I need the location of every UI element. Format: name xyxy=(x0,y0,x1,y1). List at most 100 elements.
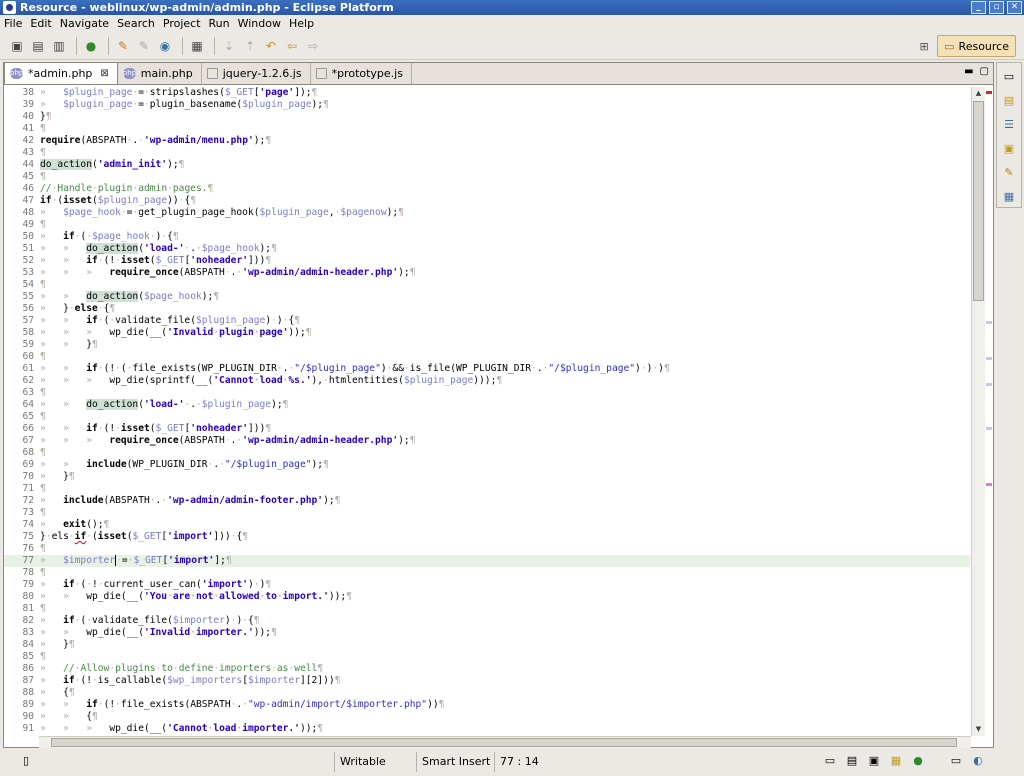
code-line[interactable]: 64 » » do_action('load-'·.·$plugin_page);… xyxy=(4,399,970,411)
code-line[interactable]: 42 require(ABSPATH·.·'wp-admin/menu.php')… xyxy=(4,135,970,147)
code-text[interactable]: » » wp_die(__('You·are·not·allowed·to·im… xyxy=(40,591,352,603)
tray-icon[interactable]: ▤ xyxy=(844,754,860,770)
code-text[interactable]: » if·(·validate_file($importer)·)·{¶ xyxy=(40,615,260,627)
code-editor[interactable]: 38 » $plugin_page·=·stripslashes($_GET['p… xyxy=(4,87,970,736)
code-text[interactable]: » {¶ xyxy=(40,687,75,699)
code-line[interactable]: 80 » » wp_die(__('You·are·not·allowed·to·… xyxy=(4,591,970,603)
code-text[interactable]: }·els·if·(isset($_GET['import']))·{¶ xyxy=(40,531,248,543)
menu-help[interactable]: Help xyxy=(289,17,314,30)
code-line[interactable]: 85 ¶ xyxy=(4,651,970,663)
code-line[interactable]: 88 » {¶ xyxy=(4,687,970,699)
code-text[interactable]: ¶ xyxy=(40,567,46,579)
resource-perspective-button[interactable]: ▭ Resource xyxy=(937,35,1016,57)
code-text[interactable]: » » » wp_die(__('Invalid·plugin·page'));… xyxy=(40,327,312,339)
code-text[interactable]: » if·(·!·current_user_can('import')·)¶ xyxy=(40,579,271,591)
code-text[interactable]: » $importer·=·$_GET['import'];¶ xyxy=(40,555,232,567)
code-text[interactable]: ¶ xyxy=(40,507,46,519)
code-text[interactable]: » » wp_die(__('Invalid·importer.'));¶ xyxy=(40,627,277,639)
minimize-button[interactable]: _ xyxy=(971,1,986,14)
code-text[interactable]: » » » require_once(ABSPATH·.·'wp-admin/a… xyxy=(40,267,415,279)
close-button[interactable]: ✕ xyxy=(1007,1,1022,14)
code-text[interactable]: » $page_hook·=·get_plugin_page_hook($plu… xyxy=(40,207,404,219)
code-text[interactable]: ¶ xyxy=(40,651,46,663)
occurrence-marker[interactable] xyxy=(986,321,992,324)
code-line[interactable]: 52 » » if·(!·isset($_GET['noheader']))¶ xyxy=(4,255,970,267)
code-text[interactable]: ¶ xyxy=(40,387,46,399)
menu-edit[interactable]: Edit xyxy=(30,17,51,30)
code-line[interactable]: 41 ¶ xyxy=(4,123,970,135)
outline-icon[interactable]: ☰ xyxy=(1000,115,1018,133)
back-icon[interactable]: ⇦ xyxy=(283,37,301,55)
horizontal-scroll-thumb[interactable] xyxy=(51,738,957,747)
next-annotation-icon[interactable]: ⇣ xyxy=(220,37,238,55)
code-text[interactable]: » » do_action('load-'·.·$page_hook);¶ xyxy=(40,243,277,255)
bookmarks-icon[interactable]: ✎ xyxy=(1000,163,1018,181)
code-line[interactable]: 65 ¶ xyxy=(4,411,970,423)
fast-view-icon[interactable]: ▯ xyxy=(18,754,34,770)
occurrence-marker[interactable] xyxy=(986,357,992,360)
code-line[interactable]: 66 » » if·(!·isset($_GET['noheader']))¶ xyxy=(4,423,970,435)
code-line[interactable]: 84 » }¶ xyxy=(4,639,970,651)
overview-ruler[interactable] xyxy=(985,87,993,736)
vertical-scroll-thumb[interactable] xyxy=(973,101,984,301)
forward-icon[interactable]: ⇨ xyxy=(304,37,322,55)
menu-navigate[interactable]: Navigate xyxy=(60,17,109,30)
previous-annotation-icon[interactable]: ⇡ xyxy=(241,37,259,55)
minimize-editor-icon[interactable]: ▬ xyxy=(964,66,973,77)
menu-file[interactable]: File xyxy=(4,17,22,30)
code-text[interactable]: » exit();¶ xyxy=(40,519,109,531)
code-text[interactable]: » }¶ xyxy=(40,471,75,483)
code-line[interactable]: 75}·els·if·(isset($_GET['import']))·{¶ xyxy=(4,531,970,543)
occurrence-marker[interactable] xyxy=(986,427,992,430)
tab-main-php[interactable]: php main.php xyxy=(118,63,202,84)
code-text[interactable]: }¶ xyxy=(40,111,52,123)
print-icon[interactable]: ▥ xyxy=(50,37,68,55)
code-text[interactable]: » » if·(!·file_exists(ABSPATH·.·"wp-admi… xyxy=(40,699,444,711)
tray-icon[interactable]: ◐ xyxy=(970,754,986,770)
code-text[interactable]: //·Handle·plugin·admin·pages.¶ xyxy=(40,183,213,195)
code-line[interactable]: 49 ¶ xyxy=(4,219,970,231)
code-text[interactable]: » if·(!·is_callable($wp_importers[$impor… xyxy=(40,675,340,687)
save-icon[interactable]: ▤ xyxy=(29,37,47,55)
code-text[interactable]: ¶ xyxy=(40,147,46,159)
code-text[interactable]: » }¶ xyxy=(40,639,75,651)
code-line[interactable]: 69 » » include(WP_PLUGIN_DIR·.·"/$plugin_… xyxy=(4,459,970,471)
code-line[interactable]: 63 ¶ xyxy=(4,387,970,399)
code-text[interactable]: » » }¶ xyxy=(40,339,98,351)
code-text[interactable]: » » » require_once(ABSPATH·.·'wp-admin/a… xyxy=(40,435,415,447)
code-line[interactable]: 71 ¶ xyxy=(4,483,970,495)
code-line[interactable]: 46 //·Handle·plugin·admin·pages.¶ xyxy=(4,183,970,195)
code-line[interactable]: 62 » » » wp_die(sprintf(__('Cannot·load·%… xyxy=(4,375,970,387)
code-line[interactable]: 87 » if·(!·is_callable($wp_importers[$imp… xyxy=(4,675,970,687)
code-text[interactable]: ¶ xyxy=(40,219,46,231)
code-text[interactable]: » include(ABSPATH·.·'wp-admin/admin-foot… xyxy=(40,495,340,507)
tray-icon[interactable]: ▭ xyxy=(948,754,964,770)
code-line[interactable]: 72 » include(ABSPATH·.·'wp-admin/admin-fo… xyxy=(4,495,970,507)
code-text[interactable]: » » include(WP_PLUGIN_DIR·.·"/$plugin_pa… xyxy=(40,459,329,471)
globe-icon[interactable]: ◉ xyxy=(156,37,174,55)
code-line[interactable]: 40}¶ xyxy=(4,111,970,123)
code-line[interactable]: 73 ¶ xyxy=(4,507,970,519)
code-line[interactable]: 57 » » if·(·validate_file($plugin_page)·)… xyxy=(4,315,970,327)
menu-window[interactable]: Window xyxy=(238,17,281,30)
code-line[interactable]: 90 » » {¶ xyxy=(4,711,970,723)
external-tools-icon[interactable]: ✎ xyxy=(114,37,132,55)
code-text[interactable]: » }·else·{¶ xyxy=(40,303,115,315)
code-text[interactable]: » » » wp_die(sprintf(__('Cannot·load·%s.… xyxy=(40,375,502,387)
scroll-up-arrow[interactable]: ▲ xyxy=(972,87,985,100)
code-text[interactable]: » » » wp_die(__('Cannot·load·importer.')… xyxy=(40,723,323,735)
tray-icon[interactable]: ▣ xyxy=(866,754,882,770)
code-text[interactable]: ¶ xyxy=(40,543,46,555)
code-text[interactable]: » » if·(!·(·file_exists(WP_PLUGIN_DIR·.·… xyxy=(40,363,670,375)
navigator-icon[interactable]: ▤ xyxy=(1000,91,1018,109)
run-icon[interactable]: ● xyxy=(82,37,100,55)
code-text[interactable]: » if·(·$page_hook·)·{¶ xyxy=(40,231,179,243)
code-line[interactable]: 39 » $plugin_page·=·plugin_basename($plug… xyxy=(4,99,970,111)
code-line[interactable]: 86 » //·Allow·plugins·to·define·importers… xyxy=(4,663,970,675)
code-line[interactable]: 77 » $importer·=·$_GET['import'];¶ xyxy=(4,555,970,567)
menu-run[interactable]: Run xyxy=(209,17,230,30)
code-text[interactable]: » » if·(·validate_file($plugin_page)·)·{… xyxy=(40,315,300,327)
menu-search[interactable]: Search xyxy=(117,17,155,30)
occurrence-marker[interactable] xyxy=(986,383,992,386)
code-line[interactable]: 44 do_action('admin_init');¶ xyxy=(4,159,970,171)
